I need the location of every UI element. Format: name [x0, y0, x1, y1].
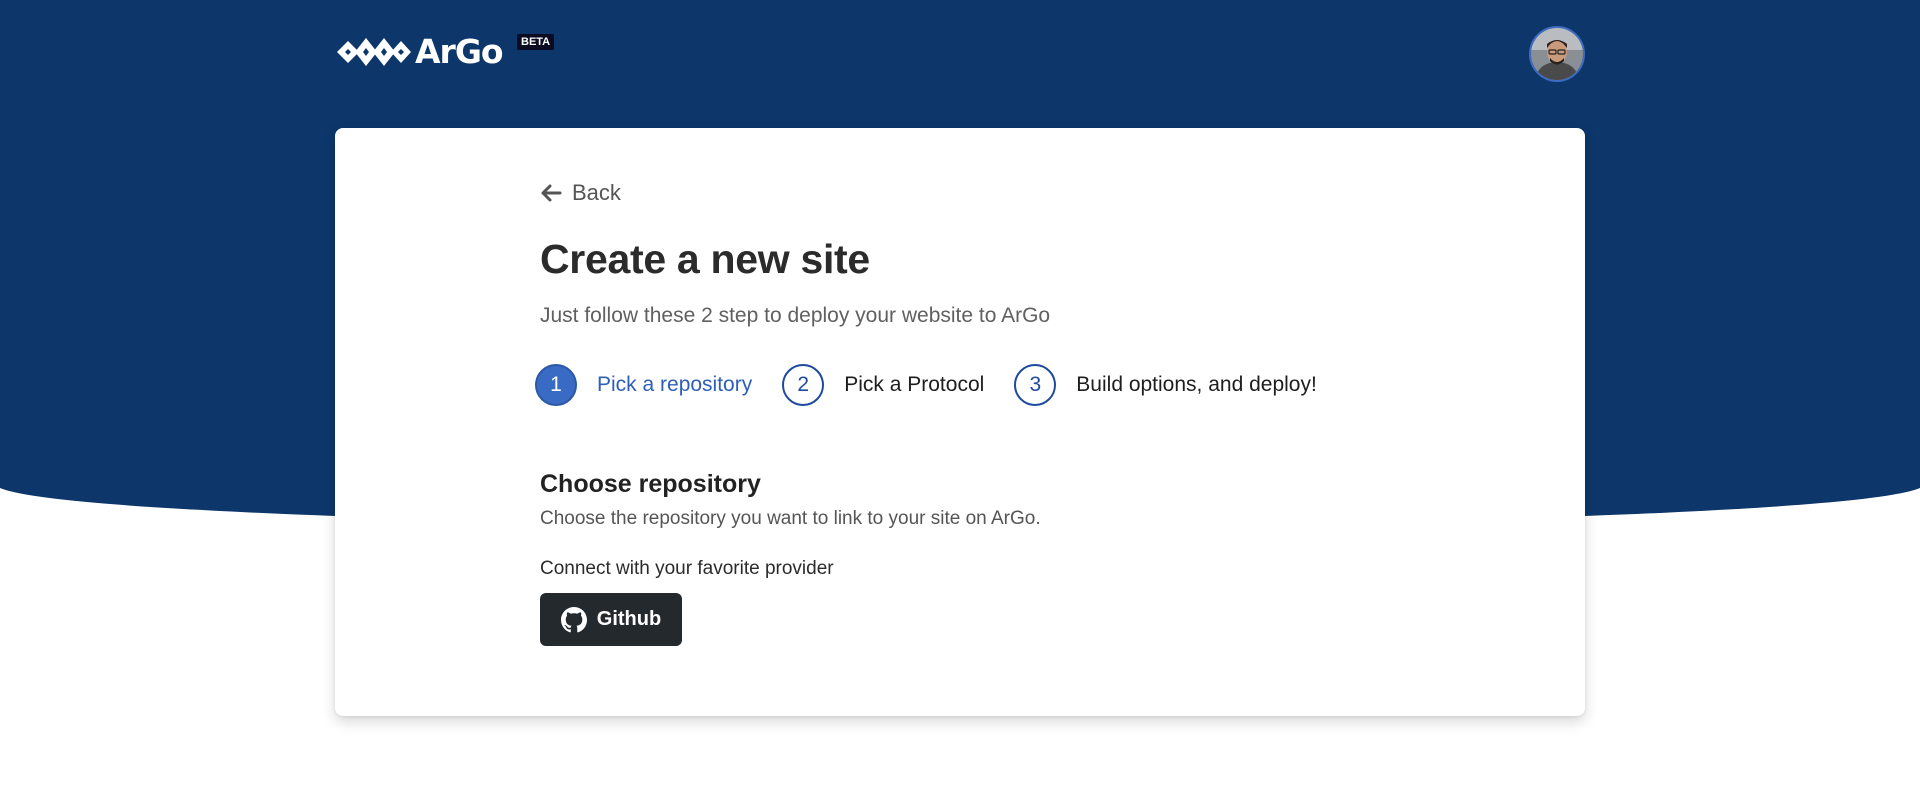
- user-avatar-icon: [1531, 28, 1583, 80]
- step-pick-repository[interactable]: 1 Pick a repository: [535, 364, 752, 406]
- step-label: Pick a Protocol: [844, 373, 985, 396]
- arrow-left-icon: [541, 184, 562, 202]
- step-number: 3: [1014, 364, 1057, 406]
- back-label: Back: [572, 180, 621, 205]
- section-title: Choose repository: [540, 470, 761, 498]
- page-title: Create a new site: [540, 236, 870, 282]
- step-number: 2: [782, 364, 825, 406]
- beta-badge: BETA: [517, 34, 555, 50]
- github-icon: [560, 606, 587, 632]
- step-label: Build options, and deploy!: [1076, 373, 1317, 396]
- create-site-card: Back Create a new site Just follow these…: [335, 128, 1585, 716]
- github-button[interactable]: Github: [540, 593, 682, 646]
- back-link[interactable]: Back: [540, 180, 621, 206]
- github-label: Github: [596, 608, 662, 630]
- page-subtitle: Just follow these 2 step to deploy your …: [540, 304, 1051, 327]
- step-number: 1: [535, 364, 577, 406]
- brand-name: ArGo: [415, 32, 504, 71]
- step-pick-protocol[interactable]: 2 Pick a Protocol: [782, 364, 984, 406]
- top-bar: ArGo BETA: [335, 24, 1585, 84]
- provider-label: Connect with your favorite provider: [540, 558, 834, 579]
- step-build-deploy[interactable]: 3 Build options, and deploy!: [1014, 364, 1317, 406]
- user-avatar[interactable]: [1529, 26, 1585, 82]
- section-description: Choose the repository you want to link t…: [540, 508, 1041, 529]
- argo-logo-icon: [337, 38, 411, 66]
- argo-logo[interactable]: ArGo: [335, 32, 504, 72]
- step-label: Pick a repository: [597, 373, 753, 396]
- steps-indicator: 1 Pick a repository 2 Pick a Protocol 3 …: [535, 364, 1347, 406]
